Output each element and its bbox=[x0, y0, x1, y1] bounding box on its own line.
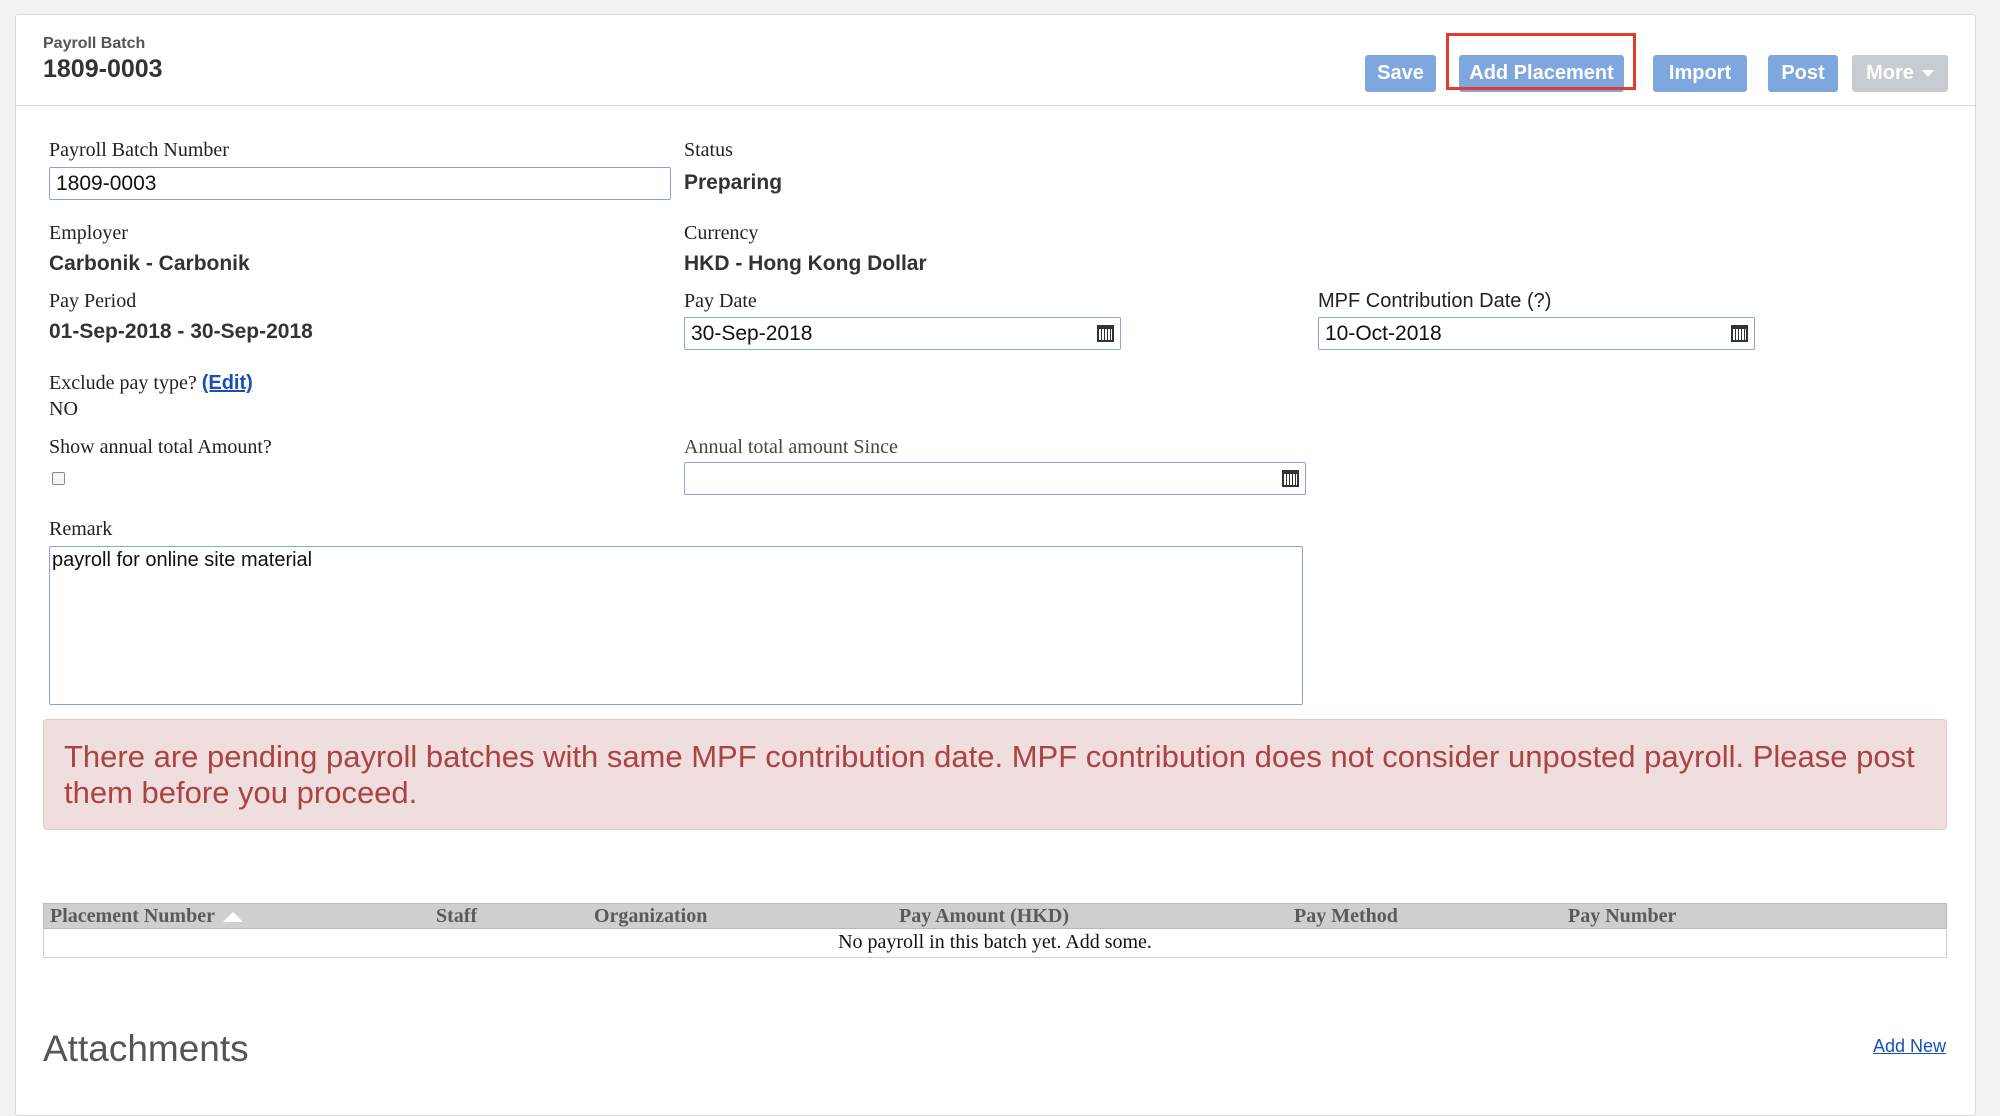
batch-number-input[interactable]: 1809-0003 bbox=[49, 167, 671, 200]
calendar-icon[interactable] bbox=[1731, 325, 1748, 342]
pay-period-label: Pay Period bbox=[49, 290, 137, 312]
more-dropdown-button[interactable]: More bbox=[1852, 55, 1948, 92]
annual-since-input[interactable] bbox=[684, 462, 1306, 495]
pay-date-value: 30-Sep-2018 bbox=[691, 322, 813, 345]
exclude-pay-type-value: NO bbox=[49, 398, 78, 420]
exclude-pay-type-row: Exclude pay type? (Edit) bbox=[49, 372, 253, 395]
import-button[interactable]: Import bbox=[1653, 55, 1747, 92]
edit-exclude-pay-type-link[interactable]: (Edit) bbox=[202, 372, 253, 394]
currency-value: HKD - Hong Kong Dollar bbox=[684, 252, 927, 275]
show-annual-label: Show annual total Amount? bbox=[49, 436, 272, 458]
post-button[interactable]: Post bbox=[1768, 55, 1838, 92]
pay-date-input[interactable]: 30-Sep-2018 bbox=[684, 317, 1121, 350]
save-button[interactable]: Save bbox=[1365, 55, 1436, 92]
pay-period-value: 01-Sep-2018 - 30-Sep-2018 bbox=[49, 320, 313, 343]
show-annual-checkbox[interactable] bbox=[52, 472, 65, 485]
placements-table-header: Placement Number Staff Organization Pay … bbox=[43, 903, 1947, 929]
more-label: More bbox=[1866, 62, 1914, 84]
col-pay-method[interactable]: Pay Method bbox=[1294, 904, 1398, 928]
col-placement-number-label: Placement Number bbox=[50, 905, 215, 927]
mpf-date-input[interactable]: 10-Oct-2018 bbox=[1318, 317, 1755, 350]
chevron-down-icon bbox=[1921, 70, 1934, 78]
col-pay-number[interactable]: Pay Number bbox=[1568, 904, 1676, 928]
mpf-warning-alert: There are pending payroll batches with s… bbox=[43, 719, 1947, 830]
employer-value: Carbonik - Carbonik bbox=[49, 252, 250, 275]
payroll-batch-panel: Payroll Batch 1809-0003 Save Add Placeme… bbox=[15, 14, 1976, 1116]
pay-date-label: Pay Date bbox=[684, 290, 757, 312]
add-new-attachment-link[interactable]: Add New bbox=[1873, 1036, 1946, 1057]
employer-label: Employer bbox=[49, 222, 128, 244]
exclude-pay-type-label: Exclude pay type? bbox=[49, 372, 197, 394]
mpf-date-label: MPF Contribution Date (?) bbox=[1318, 290, 1552, 312]
col-pay-amount[interactable]: Pay Amount (HKD) bbox=[899, 904, 1069, 928]
page-title: 1809-0003 bbox=[43, 55, 163, 83]
col-staff[interactable]: Staff bbox=[436, 904, 477, 928]
col-placement-number[interactable]: Placement Number bbox=[50, 904, 243, 928]
placements-empty-row: No payroll in this batch yet. Add some. bbox=[43, 928, 1947, 958]
remark-textarea[interactable]: payroll for online site material bbox=[49, 546, 1303, 705]
status-value: Preparing bbox=[684, 171, 783, 194]
annual-since-label: Annual total amount Since bbox=[684, 436, 898, 458]
batch-number-label: Payroll Batch Number bbox=[49, 139, 229, 161]
status-label: Status bbox=[684, 139, 733, 161]
page-header: Payroll Batch 1809-0003 Save Add Placeme… bbox=[16, 15, 1975, 106]
add-placement-highlight bbox=[1446, 33, 1636, 90]
currency-label: Currency bbox=[684, 222, 759, 244]
calendar-icon[interactable] bbox=[1097, 325, 1114, 342]
mpf-date-value: 10-Oct-2018 bbox=[1325, 322, 1442, 345]
col-organization[interactable]: Organization bbox=[594, 904, 707, 928]
sort-asc-icon bbox=[222, 912, 243, 923]
calendar-icon[interactable] bbox=[1282, 470, 1299, 487]
remark-label: Remark bbox=[49, 518, 113, 540]
header-kicker: Payroll Batch bbox=[43, 35, 146, 52]
